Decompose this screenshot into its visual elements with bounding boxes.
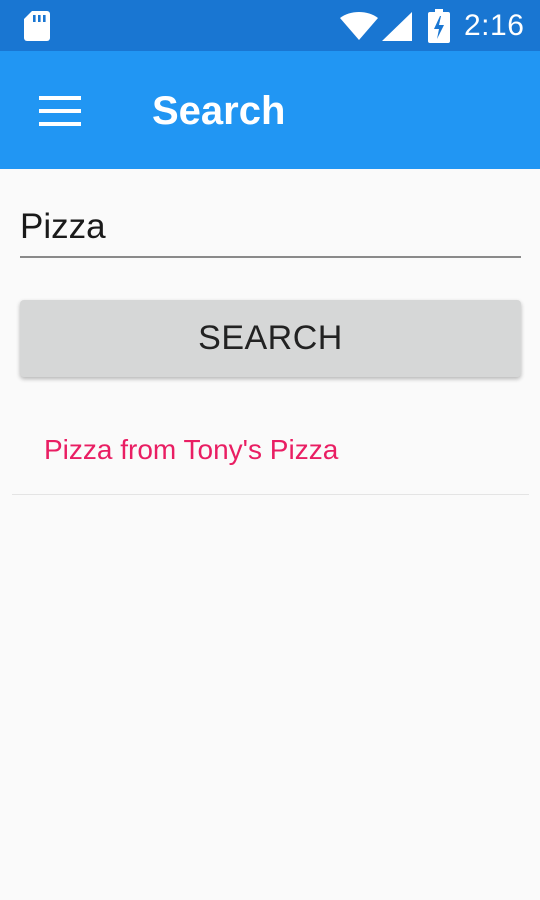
page-title: Search [152, 89, 286, 133]
search-button[interactable]: SEARCH [20, 300, 521, 377]
wifi-icon [340, 12, 378, 40]
sd-card-icon [24, 11, 50, 41]
status-time: 2:16 [464, 9, 525, 42]
list-item[interactable]: Pizza from Tony's Pizza [12, 408, 529, 495]
cell-signal-icon [382, 12, 412, 41]
result-label: Pizza from Tony's Pizza [44, 434, 339, 465]
hamburger-menu-icon[interactable] [34, 91, 86, 131]
battery-charging-icon [428, 9, 450, 43]
search-input[interactable] [20, 204, 521, 258]
status-bar: 2:16 [0, 0, 540, 51]
app-toolbar: Search [0, 51, 540, 169]
